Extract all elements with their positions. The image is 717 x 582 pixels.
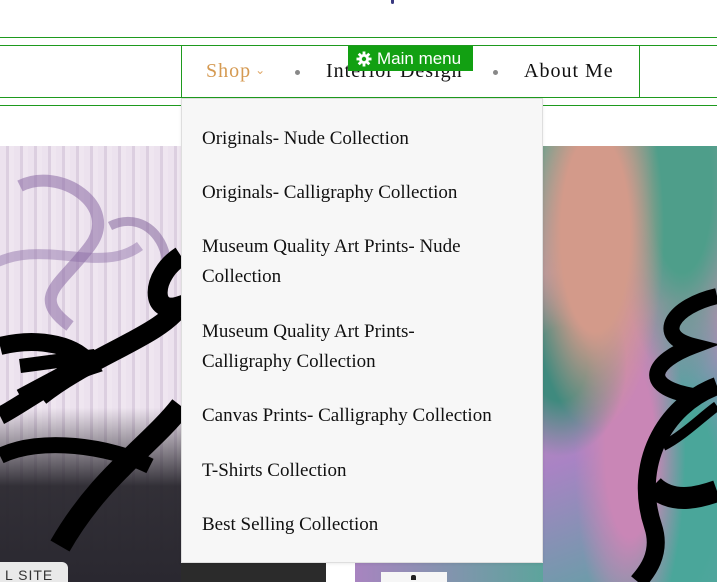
- nav-item-about-me[interactable]: About Me: [524, 60, 614, 83]
- hero-image-strip: [181, 563, 543, 582]
- nav-separator: [295, 70, 300, 75]
- nav-item-label: About Me: [524, 60, 614, 82]
- hero-image-left: [0, 146, 181, 582]
- logo-fragment: [391, 0, 394, 4]
- gear-icon: [356, 51, 372, 66]
- arrow-up-icon: [411, 575, 416, 580]
- dropdown-item-best-selling[interactable]: Best Selling Collection: [202, 510, 532, 540]
- nav-item-shop[interactable]: Shop ⌄: [206, 60, 266, 83]
- chevron-down-icon: ⌄: [255, 63, 267, 77]
- calligraphy-artwork-left: [0, 174, 181, 552]
- nav-border-top-outer: [0, 37, 717, 38]
- main-menu-badge[interactable]: Main menu: [348, 46, 473, 71]
- nav-separator: [493, 70, 498, 75]
- scroll-to-top-button[interactable]: [381, 572, 447, 582]
- dropdown-item-tshirts[interactable]: T-Shirts Collection: [202, 456, 532, 486]
- calligraphy-artwork-right: [631, 288, 717, 582]
- dropdown-item-originals-nude[interactable]: Originals- Nude Collection: [202, 124, 532, 154]
- shop-dropdown-menu: Originals- Nude Collection Originals- Ca…: [181, 98, 543, 563]
- main-menu-label: Main menu: [377, 49, 462, 68]
- dropdown-item-originals-calligraphy[interactable]: Originals- Calligraphy Collection: [202, 178, 532, 208]
- nav-item-label: Shop: [206, 60, 252, 82]
- dropdown-item-art-prints-nude[interactable]: Museum Quality Art Prints- Nude Collecti…: [202, 232, 502, 292]
- hero-image-right: [543, 146, 717, 582]
- site-badge[interactable]: L SITE: [0, 562, 68, 582]
- dropdown-item-canvas-prints-calligraphy[interactable]: Canvas Prints- Calligraphy Collection: [202, 401, 532, 431]
- dropdown-item-art-prints-calligraphy[interactable]: Museum Quality Art Prints- Calligraphy C…: [202, 317, 452, 377]
